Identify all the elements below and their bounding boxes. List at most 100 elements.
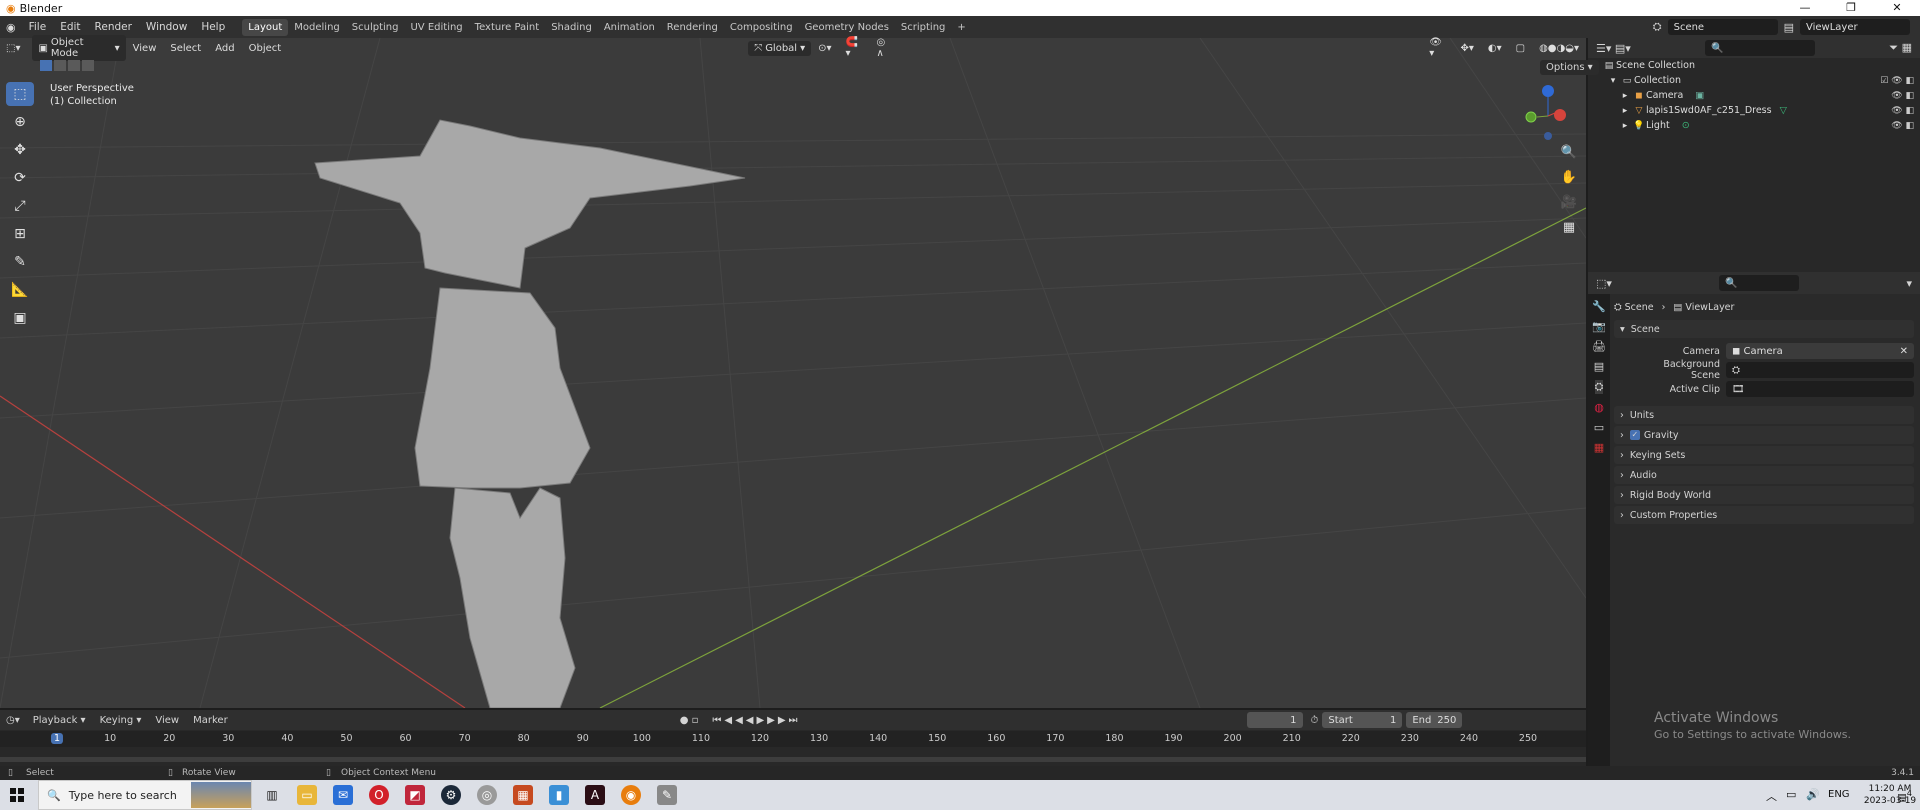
add-cube-tool-icon[interactable]: ▣ [6, 306, 34, 330]
camera-view-icon[interactable]: 🎥 [1555, 192, 1583, 212]
menu-marker[interactable]: Marker [186, 713, 235, 728]
scene-collection-row[interactable]: ▤ Scene Collection [1588, 58, 1920, 73]
tab-rendering[interactable]: Rendering [661, 19, 724, 36]
overlay-toggle-icon[interactable]: ◐▾ [1481, 41, 1509, 56]
texture-tab-icon[interactable]: ▦ [1594, 441, 1604, 454]
annotate-tool-icon[interactable]: ✎ [6, 250, 34, 274]
menu-object[interactable]: Object [242, 41, 289, 56]
network-icon[interactable]: ▭ [1786, 788, 1796, 801]
notification-icon[interactable]: ▤4 [1897, 788, 1912, 803]
pan-hand-icon[interactable]: ✋ [1555, 167, 1583, 187]
chevron-down-icon[interactable]: ▾ [1906, 277, 1912, 290]
units-panel[interactable]: › Units [1614, 406, 1914, 424]
maximize-button[interactable]: ❐ [1828, 0, 1874, 16]
tab-scripting[interactable]: Scripting [895, 19, 951, 36]
volume-icon[interactable]: 🔊 [1806, 788, 1820, 801]
tab-geometry-nodes[interactable]: Geometry Nodes [799, 19, 895, 36]
app-red-icon[interactable]: ◩ [405, 785, 425, 805]
scene-tab-icon[interactable]: ⛭ [1594, 380, 1604, 394]
menu-add[interactable]: Add [208, 41, 241, 56]
collection-tab-icon[interactable]: ▭ [1594, 421, 1604, 434]
file-explorer-icon[interactable]: ▭ [297, 785, 317, 805]
3d-viewport[interactable] [0, 38, 1586, 708]
properties-editor-icon[interactable]: ⬚▾ [1596, 277, 1612, 290]
blender-taskbar-icon[interactable]: ◉ [621, 785, 641, 805]
tab-texture-paint[interactable]: Texture Paint [469, 19, 546, 36]
orientation-dropdown[interactable]: ⤧ Global ▾ [748, 40, 812, 56]
app-blue-icon[interactable]: ▮ [549, 785, 569, 805]
options-dropdown[interactable]: Options ▾ [1540, 60, 1599, 75]
camera-field[interactable]: ◼ Camera ✕ [1726, 343, 1914, 359]
gravity-panel[interactable]: › ✓ Gravity [1614, 426, 1914, 444]
filter-icon[interactable]: ⏷ ▦ [1889, 41, 1912, 55]
task-view-icon[interactable]: ▥ [262, 785, 282, 805]
pivot-icon[interactable]: ⊙▾ [811, 41, 838, 56]
menu-help[interactable]: Help [194, 21, 232, 33]
shading-modes-icon[interactable]: ◍●◑◒▾ [1532, 41, 1586, 56]
visibility-icon[interactable]: 👁▾ [1422, 35, 1453, 61]
menu-timeline-view[interactable]: View [148, 713, 186, 728]
mode-dropdown[interactable]: ▣ Object Mode ▾ [32, 35, 126, 61]
output-tab-icon[interactable]: 🖨 [1592, 340, 1606, 353]
close-button[interactable]: ✕ [1874, 0, 1920, 16]
blender-menu-icon[interactable]: ◉ [0, 21, 22, 34]
playback-controls[interactable]: ⏮◀◀◀▶▶▶⏭ [712, 715, 800, 726]
tab-compositing[interactable]: Compositing [724, 19, 799, 36]
ortho-grid-icon[interactable]: ▦ [1555, 217, 1583, 237]
tab-uv-editing[interactable]: UV Editing [404, 19, 468, 36]
rotate-tool-icon[interactable]: ⟳ [6, 166, 34, 190]
tab-animation[interactable]: Animation [598, 19, 661, 36]
scene-field[interactable]: Scene [1667, 19, 1778, 35]
audio-panel[interactable]: › Audio [1614, 466, 1914, 484]
windows-start-icon[interactable] [10, 788, 24, 802]
custom-properties-panel[interactable]: › Custom Properties [1614, 506, 1914, 524]
xray-icon[interactable]: ▢ [1509, 41, 1532, 56]
measure-tool-icon[interactable]: 📐 [6, 278, 34, 302]
gravity-checkbox[interactable]: ✓ [1629, 430, 1640, 440]
tab-layout[interactable]: Layout [242, 18, 289, 36]
editor-type-icon[interactable]: ⬚▾ [0, 43, 26, 54]
record-icon[interactable]: ● ▫ [680, 715, 699, 726]
view-layer-tab-icon[interactable]: ▤ [1594, 360, 1604, 373]
transform-tool-icon[interactable]: ⊞ [6, 222, 34, 246]
move-tool-icon[interactable]: ✥ [6, 138, 34, 162]
outliner-item-light[interactable]: ▸ 💡 Light ⊙ 👁 ◧ [1588, 118, 1920, 133]
viewlayer-field[interactable]: ViewLayer [1800, 19, 1910, 35]
keying-sets-panel[interactable]: › Keying Sets [1614, 446, 1914, 464]
menu-playback[interactable]: Playback ▾ [26, 713, 93, 728]
gizmo-toggle-icon[interactable]: ✥▾ [1453, 41, 1480, 56]
app-orange-icon[interactable]: ▦ [513, 785, 533, 805]
tray-chevron-icon[interactable]: ︿ [1766, 788, 1777, 804]
minimize-button[interactable]: — [1782, 0, 1828, 16]
collection-row[interactable]: ▾ ▭ Collection ☑ 👁 ◧ [1588, 73, 1920, 88]
tool-tab-icon[interactable]: 🔧 [1592, 300, 1606, 313]
outliner-item-mesh[interactable]: ▸ ▽ lapis1Swd0AF_c251_Dress ▽ 👁 ◧ [1588, 103, 1920, 118]
outliner-search-input[interactable]: 🔍 [1705, 40, 1816, 56]
end-frame-field[interactable]: End 250 [1406, 712, 1463, 728]
snap-icon[interactable]: 🧲▾ [839, 35, 870, 61]
rigid-body-world-panel[interactable]: › Rigid Body World [1614, 486, 1914, 504]
menu-window[interactable]: Window [139, 21, 194, 33]
zoom-icon[interactable]: 🔍 [1555, 142, 1583, 162]
current-frame-field[interactable]: 1 [1246, 712, 1303, 728]
app-circle-icon[interactable]: ◎ [477, 785, 497, 805]
menu-keying[interactable]: Keying ▾ [93, 713, 149, 728]
clock-icon[interactable]: ◷▾ [0, 715, 26, 726]
opera-icon[interactable]: O [369, 785, 389, 805]
proportional-edit-icon[interactable]: ◎ ∧ [870, 35, 903, 61]
scale-tool-icon[interactable]: ⤢ [6, 194, 34, 218]
scene-panel-header[interactable]: ▾ Scene [1614, 320, 1914, 338]
active-clip-field[interactable]: 🎞 [1726, 381, 1914, 397]
timeline-scrollbar[interactable] [0, 757, 1586, 762]
tab-sculpting[interactable]: Sculpting [346, 19, 405, 36]
frame-ruler[interactable]: 1 10 20 30 40 50 60 70 80 90 100 110 120 130 140 150 160… [0, 731, 1586, 747]
tab-shading[interactable]: Shading [545, 19, 598, 36]
taskbar-search-input[interactable]: 🔍 Type here to search [38, 780, 252, 810]
steam-icon[interactable]: ⚙ [441, 785, 461, 805]
add-workspace-button[interactable]: + [951, 19, 971, 36]
select-box-tool-icon[interactable]: ⬚ [6, 82, 34, 106]
mail-icon[interactable]: ✉ [333, 785, 353, 805]
menu-view[interactable]: View [126, 41, 164, 56]
menu-edit[interactable]: Edit [53, 21, 87, 33]
properties-search-input[interactable]: 🔍 [1719, 275, 1800, 291]
